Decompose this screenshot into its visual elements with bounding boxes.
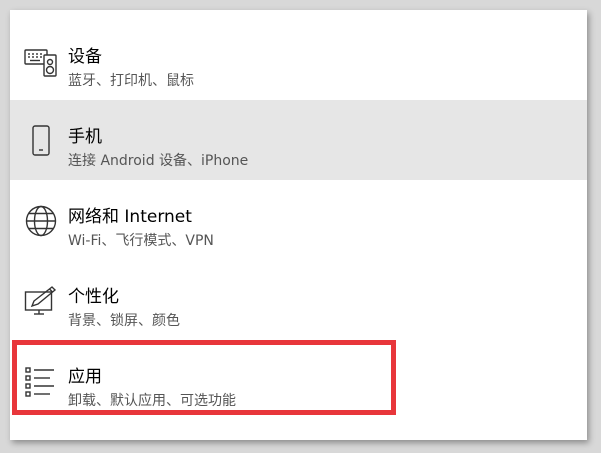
globe-icon: [24, 204, 58, 238]
settings-item-apps[interactable]: 应用 卸载、默认应用、可选功能: [10, 340, 587, 420]
settings-item-title: 设备: [68, 47, 102, 67]
devices-icon: [24, 44, 58, 78]
settings-item-subtitle: 蓝牙、打印机、鼠标: [68, 73, 194, 89]
settings-item-subtitle: 连接 Android 设备、iPhone: [68, 153, 249, 169]
apps-list-icon: [24, 364, 58, 398]
settings-item-subtitle: 卸载、默认应用、可选功能: [68, 393, 236, 409]
settings-item-title: 网络和 Internet: [68, 207, 192, 227]
settings-item-title: 手机: [68, 127, 102, 147]
personalization-icon: [24, 284, 58, 318]
settings-item-devices[interactable]: 设备 蓝牙、打印机、鼠标: [10, 20, 587, 100]
settings-item-subtitle: Wi-Fi、飞行模式、VPN: [68, 233, 214, 249]
settings-item-network[interactable]: 网络和 Internet Wi-Fi、飞行模式、VPN: [10, 180, 587, 260]
phone-icon: [24, 124, 58, 158]
settings-item-phone[interactable]: 手机 连接 Android 设备、iPhone: [10, 100, 587, 180]
settings-item-personalization[interactable]: 个性化 背景、锁屏、颜色: [10, 260, 587, 340]
settings-item-title: 应用: [68, 367, 102, 387]
settings-window: 设备 蓝牙、打印机、鼠标 手机 连接 Android 设备、iPhone 网络和…: [10, 10, 587, 440]
settings-item-title: 个性化: [68, 287, 119, 307]
settings-item-subtitle: 背景、锁屏、颜色: [68, 313, 180, 329]
